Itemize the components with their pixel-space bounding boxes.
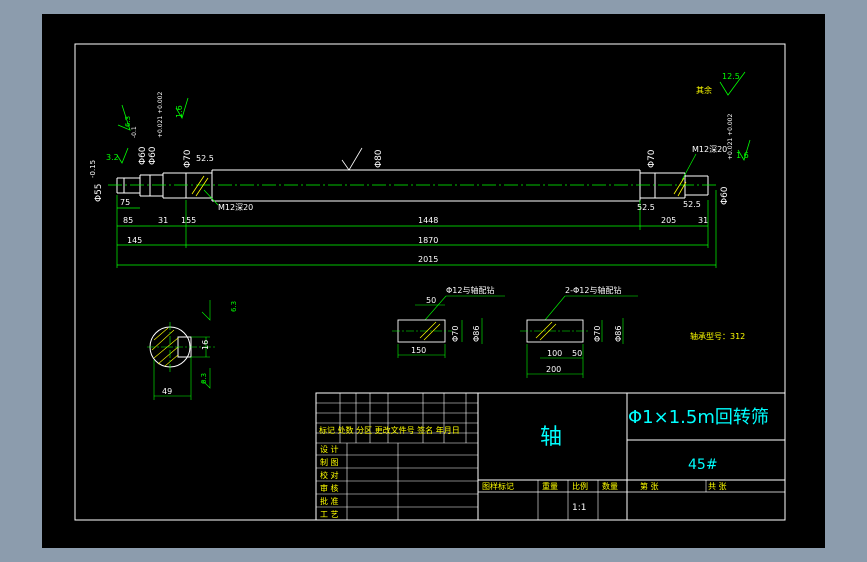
dia-right-shoulder: Φ70 <box>647 149 657 168</box>
scale-value: 1:1 <box>572 503 586 513</box>
left-roughness-value: 1.6 <box>175 105 184 118</box>
dia-left-bearing-1: Φ60 <box>138 146 148 165</box>
len-205: 205 <box>661 216 676 225</box>
section-rough-top: 6.3 <box>230 301 238 312</box>
keyway-right-dia-86: Φ86 <box>614 326 623 342</box>
part-name: 轴 <box>540 425 562 450</box>
right-thread-label: M12深20 <box>692 145 727 154</box>
keyway-right-dim-200: 200 <box>546 365 561 374</box>
cad-viewport: 其余 12.5 1.6 1.6 3.2 6.3 Φ55 -0.15 Φ60 -0… <box>0 0 867 562</box>
dia-left-shoulder: Φ70 <box>183 149 193 168</box>
len-155: 155 <box>181 216 196 225</box>
keyway-left-title: Φ12与轴配钻 <box>446 285 494 295</box>
qty-label: 数量 <box>602 481 618 491</box>
keyway-left-dim-150: 150 <box>411 346 426 355</box>
section-rough-bottom: 6.3 <box>200 373 208 384</box>
row-label-process: 工 艺 <box>320 510 339 519</box>
row-label-design: 设 计 <box>320 444 339 454</box>
sheet-of: 第 张 <box>640 481 659 491</box>
dia-right-bearing: Φ60 <box>720 186 730 205</box>
dia-left-bearing-tol-1: -0.1 <box>131 126 138 138</box>
len-85: 85 <box>123 216 133 225</box>
dia-left-end-tol: -0.15 <box>89 160 97 178</box>
stage-mark: 图样标记 <box>482 481 514 491</box>
len-525-right: 52.5 <box>637 203 655 212</box>
left-top-roughness-value: 6.3 <box>124 116 132 127</box>
row-label-approve: 批 准 <box>320 496 339 506</box>
weight-label: 重量 <box>542 481 558 491</box>
len-2015: 2015 <box>418 255 438 264</box>
section-dim-49: 49 <box>162 387 172 396</box>
left-thread-label: M12深20 <box>218 203 253 212</box>
sheets-total: 共 张 <box>708 482 727 491</box>
dia-left-bearing-tol-2: +0.021 +0.002 <box>157 92 164 138</box>
row-label-review: 审 核 <box>320 483 339 493</box>
general-roughness-value: 12.5 <box>722 72 740 81</box>
len-75: 75 <box>120 198 130 207</box>
dia-right-bearing-tol: +0.021 +0.002 <box>727 114 734 160</box>
len-1448: 1448 <box>418 216 438 225</box>
right-roughness-value: 1.6 <box>736 151 749 160</box>
section-dim-16: 16 <box>201 340 210 350</box>
dia-left-bearing-2: Φ60 <box>148 146 158 165</box>
keyway-right-dim-50: 50 <box>572 349 582 358</box>
scale-label: 比例 <box>572 481 588 491</box>
bearing-note: 轴承型号：312 <box>690 331 745 341</box>
keyway-right-title: 2-Φ12与轴配钻 <box>565 285 621 295</box>
left-chamfer: 52.5 <box>196 154 214 163</box>
keyway-right-dia-70: Φ70 <box>593 326 602 342</box>
keyway-left-dia-86: Φ86 <box>472 326 481 342</box>
keyway-left-dia-70: Φ70 <box>451 326 460 342</box>
len-1870: 1870 <box>418 236 438 245</box>
len-31-right: 31 <box>698 216 708 225</box>
row-label-check: 校 对 <box>320 470 339 480</box>
len-145: 145 <box>127 236 142 245</box>
len-525-right-2: 52.5 <box>683 200 701 209</box>
len-31-left: 31 <box>158 216 168 225</box>
material: 45# <box>688 457 718 473</box>
assembly-name: Φ1×1.5m回转筛 <box>628 407 769 428</box>
dia-left-end: Φ55 <box>94 183 104 202</box>
dia-body: Φ80 <box>374 149 384 168</box>
left-end-roughness-value: 3.2 <box>106 153 119 162</box>
general-roughness-label: 其余 <box>696 85 712 95</box>
revision-header: 标记 处数 分区 更改文件号 签名 年月日 <box>319 425 460 435</box>
keyway-left-dim-50: 50 <box>426 296 436 305</box>
shaft-drawing: 其余 12.5 1.6 1.6 3.2 6.3 Φ55 -0.15 Φ60 -0… <box>42 14 825 548</box>
row-label-drawing: 制 图 <box>320 457 339 467</box>
keyway-right-dim-100: 100 <box>547 349 562 358</box>
